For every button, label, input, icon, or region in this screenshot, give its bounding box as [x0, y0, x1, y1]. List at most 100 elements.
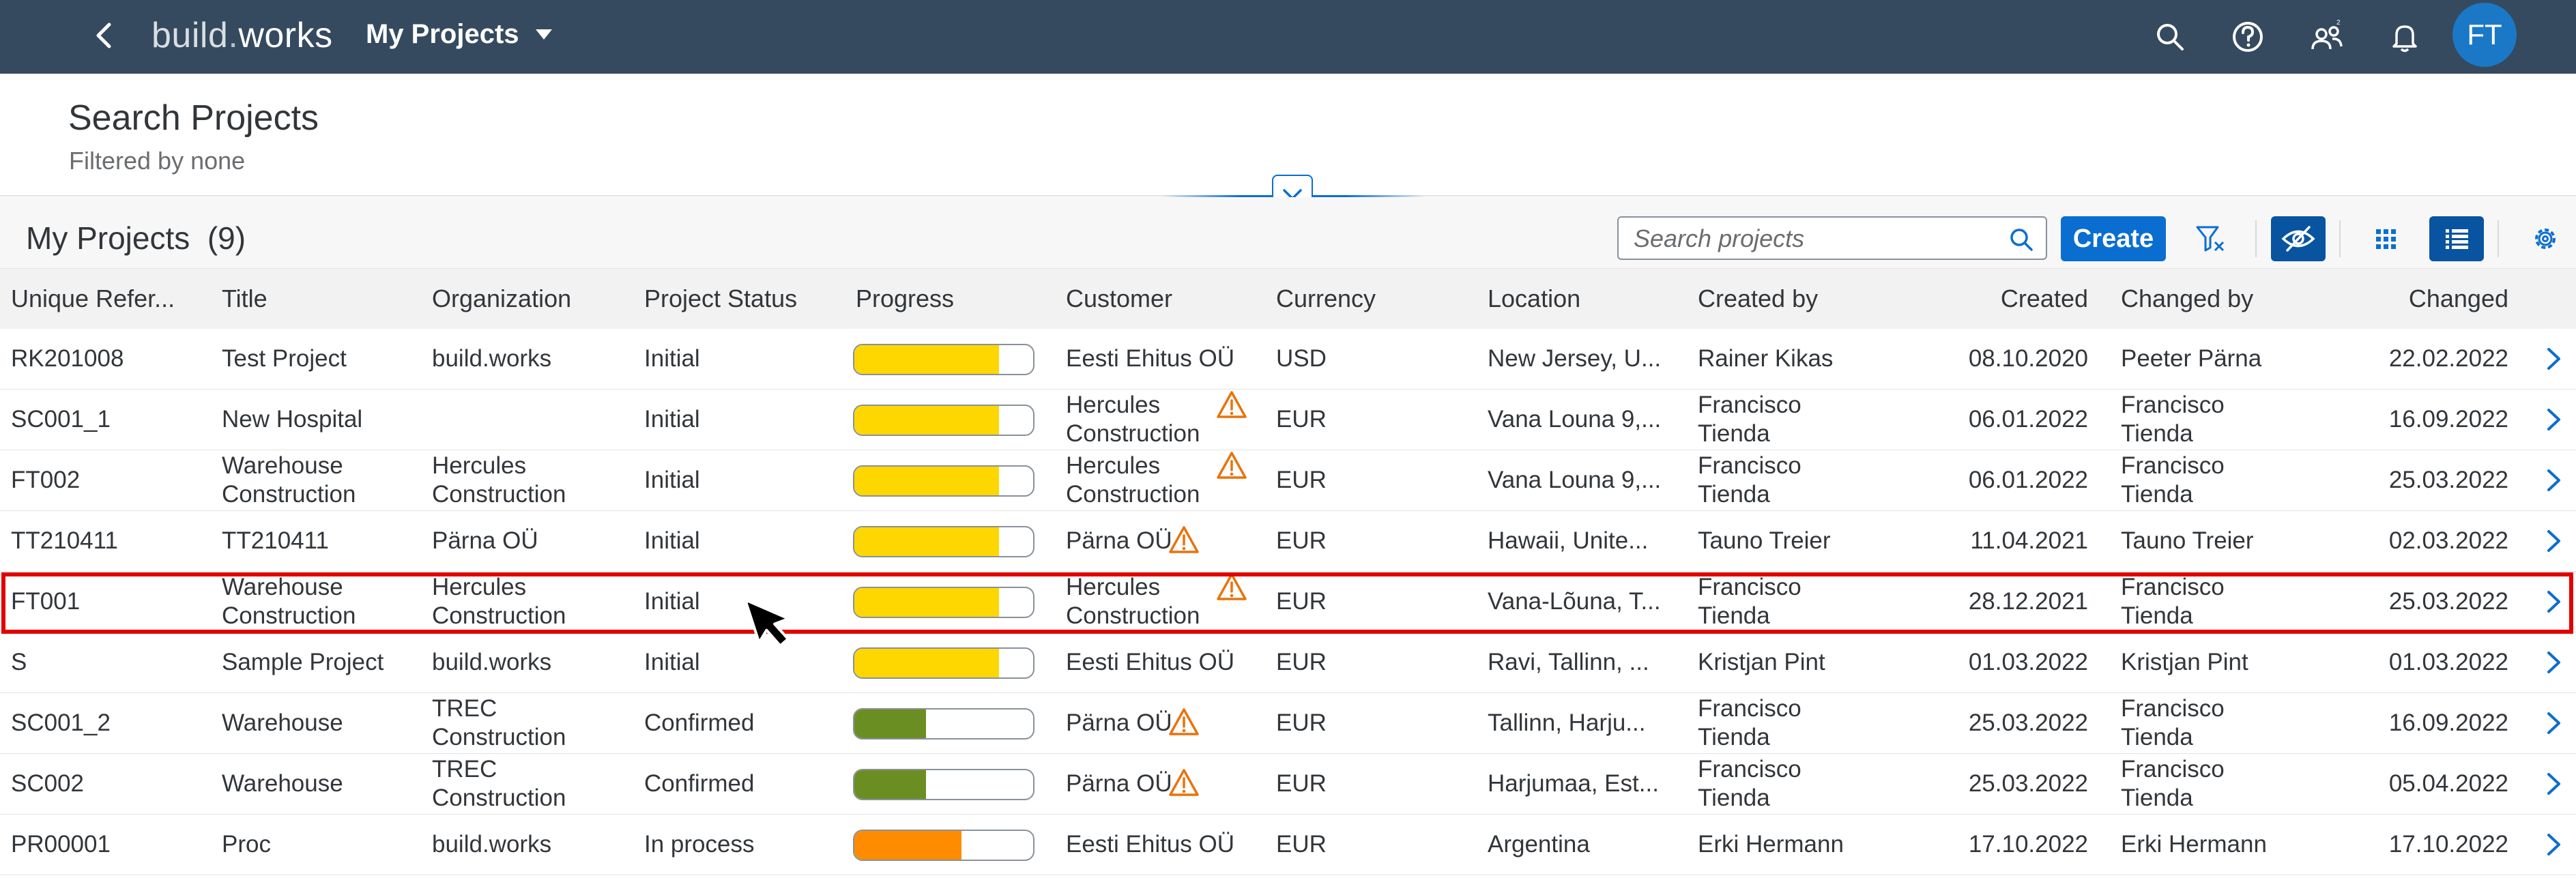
help-icon[interactable] [2227, 16, 2268, 57]
chevron-right-icon[interactable] [2540, 770, 2567, 797]
cell-customer: Eesti Ehitus OÜ [1066, 815, 1271, 875]
cell-currency: USD [1276, 345, 1327, 372]
table-row[interactable]: FT001 Warehouse Construction Hercules Constr… [0, 572, 2576, 632]
cell-status: Initial [644, 649, 700, 675]
cell-title: Proc [222, 815, 426, 875]
column-header[interactable]: Created [1883, 269, 2088, 329]
search-icon[interactable] [2150, 16, 2190, 57]
table-row[interactable]: FT002 Warehouse Construction Hercules Constr… [0, 450, 2576, 511]
list-view-button[interactable] [2429, 216, 2484, 261]
warning-triangle-icon[interactable] [1168, 525, 1200, 555]
column-header[interactable]: Changed by [2121, 269, 2319, 329]
cell-org: Hercules Construction [432, 573, 637, 630]
cell-text-line: build.works [432, 345, 552, 372]
table-row[interactable]: SC002 Warehouse TREC Construction Confirmed P… [0, 754, 2576, 815]
cell-text-line: Erki Hermann [2121, 831, 2267, 858]
table-row[interactable]: SC001_1 New Hospital Initial Hercules Constr… [0, 390, 2576, 450]
cell-status: Initial [644, 527, 700, 554]
column-header[interactable]: Project Status [644, 269, 842, 329]
cell-customer: Eesti Ehitus OÜ [1066, 632, 1271, 692]
column-header[interactable]: Progress [856, 269, 1054, 329]
cell-text-line: Construction [1066, 420, 1200, 447]
table-row[interactable]: SC001_2 Warehouse TREC Construction Confirme… [0, 693, 2576, 754]
hide-icon [2281, 226, 2315, 252]
column-header[interactable]: Title [222, 269, 420, 329]
warning-triangle-icon[interactable] [1168, 707, 1200, 737]
cell-text-line: Tienda [1698, 785, 1770, 811]
cell-text-line: Tienda [1698, 724, 1770, 750]
table-row[interactable]: PR00001 Proc build.works In process Eesti Eh… [0, 815, 2576, 875]
cell-text-line: Warehouse [222, 574, 343, 600]
cell-currency: EUR [1276, 770, 1327, 797]
column-header[interactable]: Changed [2304, 269, 2508, 329]
chevron-right-icon[interactable] [2540, 527, 2567, 555]
cell-text-line: Warehouse [222, 709, 343, 736]
cell-location: Hawaii, Unite... [1488, 527, 1649, 554]
logo-part1: build [151, 16, 229, 55]
cell-changed: 22.02.2022 [2388, 345, 2508, 372]
column-header[interactable]: Location [1488, 269, 1685, 329]
app-title-menu[interactable]: My Projects [366, 15, 519, 53]
chevron-right-icon[interactable] [2540, 406, 2567, 433]
cell-location: Argentina [1488, 831, 1590, 858]
brand-logo[interactable]: build.works [151, 12, 333, 59]
cell-title: New Hospital [222, 390, 426, 450]
chevron-right-icon[interactable] [2540, 709, 2567, 737]
cell-created: 25.03.2022 [1968, 709, 2088, 736]
column-header[interactable]: Currency [1276, 269, 1474, 329]
back-button[interactable] [85, 15, 126, 56]
cell-created: 01.03.2022 [1968, 649, 2088, 675]
cell-ref: FT002 [11, 467, 81, 493]
column-header[interactable]: Customer [1066, 269, 1264, 329]
cell-text-line: Francisco [1698, 756, 1801, 782]
cell-title: Warehouse Construction [222, 573, 426, 630]
table-row[interactable]: RK201008 Test Project build.works Initial Ee… [0, 329, 2576, 390]
search-icon[interactable] [2008, 226, 2035, 253]
progress-fill [854, 709, 926, 738]
cell-text-line: build.works [432, 649, 552, 675]
users-icon[interactable]: 2 [2306, 16, 2347, 57]
chevron-right-icon[interactable] [2540, 467, 2567, 494]
cell-status: Initial [644, 345, 700, 372]
settings-button[interactable] [2518, 216, 2573, 261]
cell-org: build.works [432, 632, 637, 692]
cell-text-line: Kristjan Pint [1698, 649, 1825, 675]
cell-changed_by: Kristjan Pint [2121, 632, 2326, 692]
notification-bell-icon[interactable] [2384, 16, 2425, 57]
back-arrow-icon [96, 23, 111, 48]
cell-changed: 02.03.2022 [2388, 527, 2508, 554]
column-header[interactable]: Unique Refer... [11, 269, 195, 329]
clear-filter-button[interactable] [2184, 216, 2238, 261]
cell-created_by: Francisco Tienda [1698, 391, 1902, 448]
chevron-right-icon[interactable] [2540, 345, 2567, 372]
user-avatar[interactable]: FT [2452, 3, 2517, 67]
warning-triangle-icon[interactable] [1216, 572, 1247, 602]
cell-status: Initial [644, 467, 700, 493]
caret-down-icon[interactable] [534, 27, 554, 42]
grid-view-button[interactable] [2358, 216, 2413, 261]
column-header[interactable]: Organization [432, 269, 630, 329]
create-button[interactable]: Create [2061, 216, 2166, 261]
cell-org: Hercules Construction [432, 452, 637, 509]
cell-created_by: Kristjan Pint [1698, 632, 1902, 692]
column-header[interactable]: Created by [1698, 269, 1896, 329]
cell-title: Warehouse Construction [222, 452, 426, 509]
cell-ref: PR00001 [11, 831, 111, 858]
progress-fill [854, 467, 1000, 495]
search-field[interactable] [1617, 216, 2047, 260]
table-row[interactable]: TT210411 TT210411 Pärna OÜ Initial Pärna OÜ E… [0, 511, 2576, 572]
chevron-right-icon[interactable] [2540, 831, 2567, 858]
warning-triangle-icon[interactable] [1216, 390, 1247, 420]
table-row[interactable]: S Sample Project build.works Initial Eesti E… [0, 632, 2576, 693]
chevron-right-icon[interactable] [2540, 649, 2567, 676]
warning-triangle-icon[interactable] [1168, 767, 1200, 797]
progress-bar [853, 830, 1034, 861]
cell-text-line: Francisco [2121, 392, 2225, 418]
cell-text-line: Warehouse [222, 770, 343, 797]
warning-triangle-icon[interactable] [1216, 450, 1247, 480]
hide-button[interactable] [2271, 216, 2326, 261]
cell-customer: Eesti Ehitus OÜ [1066, 329, 1271, 389]
cell-created: 06.01.2022 [1968, 467, 2088, 493]
chevron-right-icon[interactable] [2540, 588, 2567, 615]
search-input[interactable] [1632, 223, 2003, 254]
